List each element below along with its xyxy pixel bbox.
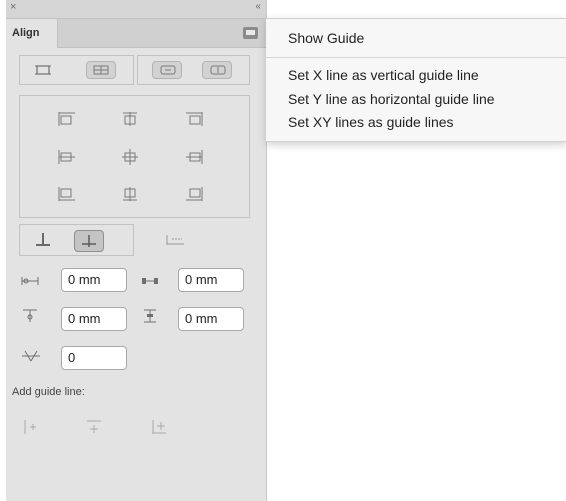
rotation-field[interactable]: 0	[61, 346, 127, 370]
align-right-middle-icon[interactable]	[184, 148, 204, 166]
align-to-page-icon	[93, 65, 109, 75]
align-right-top-icon[interactable]	[184, 110, 204, 128]
add-guide-line-label: Add guide line:	[12, 386, 85, 398]
add-vertical-guide-icon[interactable]	[22, 418, 40, 436]
menu-item-set-x-vertical-guide[interactable]: Set X line as vertical guide line	[288, 67, 479, 83]
tab-bar: Align	[6, 19, 266, 48]
tab-align[interactable]: Align	[6, 19, 58, 48]
panel-menu-icon[interactable]	[243, 27, 258, 39]
grid-spacing-button[interactable]	[74, 230, 104, 252]
vertical-distance-icon	[144, 309, 156, 323]
align-center-bottom-icon[interactable]	[120, 185, 140, 203]
collapse-icon[interactable]: ‹‹	[255, 1, 261, 12]
menu-item-show-guide[interactable]: Show Guide	[288, 30, 364, 46]
distribute-spacing-icon[interactable]	[164, 233, 186, 247]
align-to-group	[19, 55, 134, 85]
align-center-top-icon[interactable]	[120, 110, 140, 128]
vertical-spacing-field[interactable]: 0 mm	[61, 307, 127, 331]
align-to-selection-icon[interactable]	[34, 62, 52, 78]
distribute-group	[137, 55, 250, 85]
grid-spacing-icon	[82, 235, 96, 247]
horizontal-spacing-field[interactable]: 0 mm	[61, 268, 127, 292]
vertical-distance-field[interactable]: 0 mm	[178, 307, 244, 331]
add-xy-guide-icon[interactable]	[150, 418, 168, 436]
horizontal-spacing-icon	[21, 277, 39, 285]
menu-separator	[266, 57, 566, 58]
panel-title-bar: × ‹‹	[6, 0, 266, 19]
alignment-grid	[19, 95, 250, 218]
distribute-horizontal-button[interactable]	[152, 61, 182, 79]
rotation-icon	[22, 350, 40, 362]
panel-options-menu: Show Guide Set X line as vertical guide …	[266, 18, 566, 142]
align-left-middle-icon[interactable]	[57, 148, 77, 166]
distribute-horizontal-icon	[160, 65, 176, 75]
spacing-mode-icon[interactable]	[34, 232, 52, 248]
distribute-vertical-button[interactable]	[202, 61, 232, 79]
vertical-spacing-icon	[23, 309, 37, 322]
close-icon[interactable]: ×	[10, 1, 16, 13]
horizontal-distance-icon	[142, 278, 158, 284]
spacing-mode-group	[19, 224, 134, 256]
menu-item-set-xy-guides[interactable]: Set XY lines as guide lines	[288, 114, 454, 130]
add-horizontal-guide-icon[interactable]	[85, 418, 103, 436]
align-left-top-icon[interactable]	[57, 110, 77, 128]
align-left-bottom-icon[interactable]	[57, 185, 77, 203]
menu-item-set-y-horizontal-guide[interactable]: Set Y line as horizontal guide line	[288, 91, 495, 107]
distribute-vertical-icon	[210, 65, 226, 75]
align-right-bottom-icon[interactable]	[184, 185, 204, 203]
align-to-page-button[interactable]	[86, 61, 116, 79]
align-center-middle-icon[interactable]	[120, 148, 140, 166]
align-panel: × ‹‹ Align 0 mm 0 mm 0 mm 0 mm 0 Add gui…	[6, 0, 267, 501]
horizontal-distance-field[interactable]: 0 mm	[178, 268, 244, 292]
